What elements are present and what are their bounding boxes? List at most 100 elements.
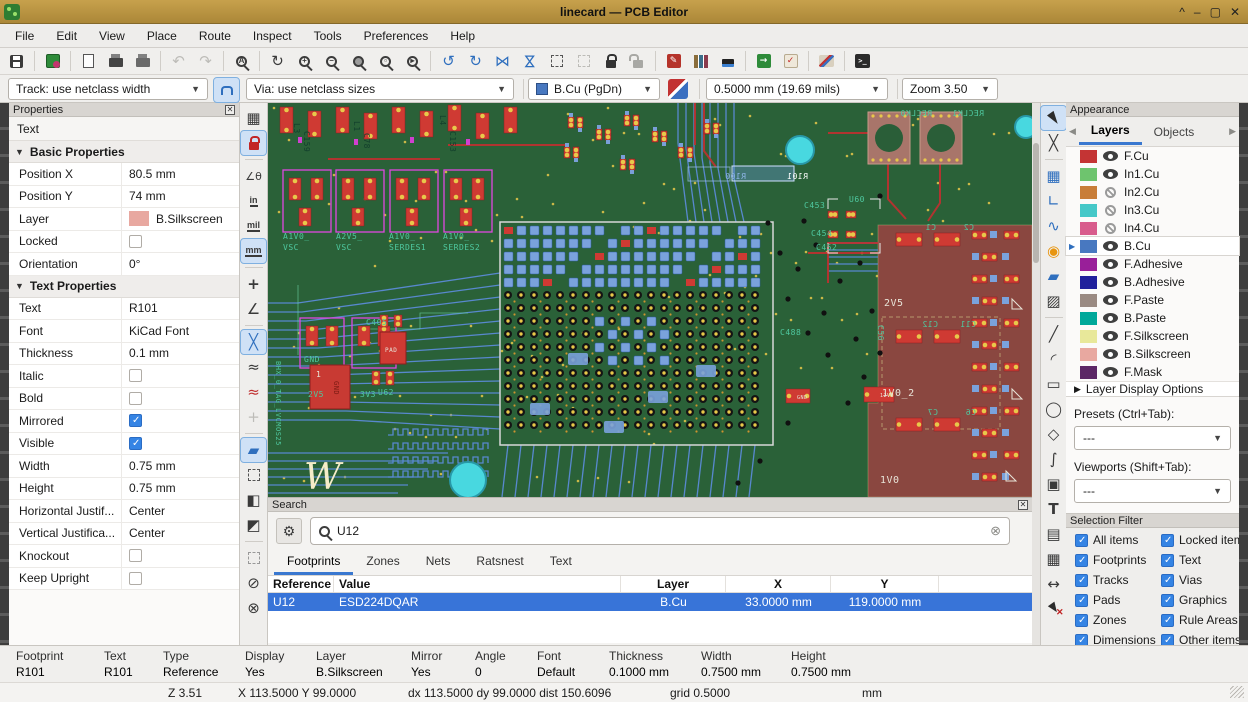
menu-help[interactable]: Help — [439, 26, 486, 46]
filter-footprints[interactable]: Footprints — [1075, 553, 1161, 567]
titlebar[interactable]: linecard — PCB Editor ^–▢✕ — [0, 0, 1248, 24]
layer-row-b.adhesive[interactable]: B.Adhesive — [1066, 273, 1239, 291]
checkbox[interactable] — [1161, 574, 1174, 587]
column-header[interactable]: X — [726, 576, 831, 592]
clear-search-icon[interactable]: ⊗ — [990, 523, 1001, 539]
ungroup-button[interactable] — [571, 49, 596, 73]
canvas-scrollbar[interactable] — [1032, 103, 1040, 645]
layer-display-options[interactable]: ▶ Layer Display Options — [1066, 381, 1239, 397]
filter-zones[interactable]: Zones — [1075, 613, 1161, 627]
zoom-dropdown[interactable]: Zoom 3.50 ▼ — [902, 78, 998, 100]
eye-visible-icon[interactable] — [1103, 151, 1118, 161]
property-value[interactable] — [122, 369, 142, 382]
property-value[interactable]: KiCad Font — [122, 324, 189, 338]
tab-objects[interactable]: Objects — [1142, 120, 1207, 144]
tab-scroll-left-icon[interactable]: ◀ — [1066, 126, 1079, 137]
search-settings-button[interactable]: ⚙ — [276, 518, 302, 544]
maximize-button[interactable]: ▢ — [1210, 1, 1221, 23]
footprint-sketch-mode-button[interactable] — [241, 546, 266, 570]
eye-visible-icon[interactable] — [1103, 349, 1118, 359]
menu-inspect[interactable]: Inspect — [242, 26, 303, 46]
eye-visible-icon[interactable] — [1103, 259, 1118, 269]
redo-button[interactable]: ↷ — [193, 49, 218, 73]
select-tool-button[interactable] — [1041, 106, 1066, 130]
menu-view[interactable]: View — [88, 26, 136, 46]
delete-tool-button[interactable]: ✕ — [1041, 597, 1066, 621]
highlight-nets-button[interactable]: + — [241, 405, 266, 429]
flip-vertical-button[interactable]: ⋈ — [517, 49, 542, 73]
menu-edit[interactable]: Edit — [45, 26, 88, 46]
save-button[interactable] — [4, 49, 29, 73]
checkbox[interactable] — [1075, 614, 1088, 627]
grid-size-dropdown[interactable]: 0.5000 mm (19.69 mils) ▼ — [706, 78, 888, 100]
minimize-button[interactable]: – — [1194, 1, 1201, 23]
draw-rectangle-button[interactable]: ▭ — [1041, 372, 1066, 396]
rotate-ccw-button[interactable]: ↺ — [436, 49, 461, 73]
property-value[interactable]: Center — [122, 526, 165, 540]
polar-coordinates-button[interactable]: ∠θ — [241, 164, 266, 188]
draw-line-button[interactable]: ╱ — [1041, 322, 1066, 346]
drc-button[interactable]: ✓ — [778, 49, 803, 73]
undo-button[interactable]: ↶ — [166, 49, 191, 73]
zone-diagonal-mode-button[interactable]: ◩ — [241, 513, 266, 537]
layer-row-in3.cu[interactable]: In3.Cu — [1066, 201, 1239, 219]
filter-tracks[interactable]: Tracks — [1075, 573, 1161, 587]
zone-fill-mode-button[interactable]: ▰ — [241, 438, 266, 462]
close-button[interactable]: ✕ — [1230, 1, 1240, 23]
footprint-editor-button[interactable]: ✎ — [661, 49, 686, 73]
search-tab-ratsnest[interactable]: Ratsnest — [463, 550, 536, 575]
eye-visible-icon[interactable] — [1103, 277, 1118, 287]
eye-hidden-icon[interactable] — [1105, 187, 1116, 198]
property-value[interactable]: 74 mm — [122, 189, 166, 203]
filter-text[interactable]: Text — [1161, 553, 1239, 567]
pcb-canvas[interactable]: A1V0_VSCA2V5_VSCA1V0_SERDES1A1V0_SERDES2… — [268, 103, 1032, 497]
property-value[interactable]: Center — [122, 504, 165, 518]
property-value[interactable]: 0.75 mm — [122, 459, 176, 473]
layer-row-in2.cu[interactable]: In2.Cu — [1066, 183, 1239, 201]
draw-bezier-button[interactable]: ∫ — [1041, 447, 1066, 471]
checkbox[interactable] — [129, 549, 142, 562]
pcb-board-view[interactable]: A1V0_VSCA2V5_VSCA1V0_SERDES1A1V0_SERDES2… — [268, 103, 1032, 497]
zoom-in-button[interactable]: + — [292, 49, 317, 73]
print-button[interactable] — [103, 49, 128, 73]
via-size-dropdown[interactable]: Via: use netclass sizes ▼ — [246, 78, 514, 100]
checkbox[interactable] — [1161, 534, 1174, 547]
checkbox[interactable] — [129, 572, 142, 585]
eye-visible-icon[interactable] — [1103, 169, 1118, 179]
scrollbar-thumb[interactable] — [1033, 143, 1039, 263]
section-header[interactable]: ▼Text Properties — [9, 276, 239, 298]
checkbox[interactable] — [1075, 574, 1088, 587]
via-sketch-mode-button[interactable]: ⊗ — [241, 596, 266, 620]
layer-row-b.paste[interactable]: B.Paste — [1066, 309, 1239, 327]
property-value[interactable] — [122, 392, 142, 405]
zoom-out-button[interactable]: − — [319, 49, 344, 73]
track-cleanup-button[interactable] — [814, 49, 839, 73]
property-value[interactable]: 80.5 mm — [122, 167, 176, 181]
eye-visible-icon[interactable] — [1103, 313, 1118, 323]
drawing-angle-button[interactable]: ∠ — [241, 297, 266, 321]
page-settings-button[interactable] — [76, 49, 101, 73]
eye-visible-icon[interactable] — [1103, 367, 1118, 377]
update-pcb-from-schematic-button[interactable]: → — [751, 49, 776, 73]
refresh-view-button[interactable]: ↻ — [265, 49, 290, 73]
property-value[interactable]: 0.75 mm — [122, 481, 176, 495]
eye-visible-icon[interactable] — [1103, 241, 1118, 251]
add-rule-area-button[interactable]: ▨ — [1041, 289, 1066, 313]
menu-place[interactable]: Place — [136, 26, 188, 46]
search-tab-footprints[interactable]: Footprints — [274, 550, 353, 575]
net-colored-ratsnest-button[interactable]: ≈ — [241, 380, 266, 404]
filter-pads[interactable]: Pads — [1075, 593, 1161, 607]
toggle-grid-button[interactable]: ▦ — [241, 106, 266, 130]
filter-rule-areas[interactable]: Rule Areas — [1161, 613, 1239, 627]
search-tab-text[interactable]: Text — [537, 550, 585, 575]
ratsnest-visibility-button[interactable]: ╳ — [241, 330, 266, 354]
checkbox[interactable] — [1075, 554, 1088, 567]
curved-ratsnest-button[interactable]: ≈ — [241, 355, 266, 379]
add-via-button[interactable]: ◉ — [1041, 239, 1066, 263]
property-value[interactable] — [122, 437, 142, 450]
viewports-dropdown[interactable]: --- ▼ — [1074, 479, 1231, 503]
add-table-button[interactable]: ▦ — [1041, 547, 1066, 571]
menu-tools[interactable]: Tools — [303, 26, 353, 46]
lock-button[interactable] — [598, 49, 623, 73]
eye-visible-icon[interactable] — [1103, 295, 1118, 305]
